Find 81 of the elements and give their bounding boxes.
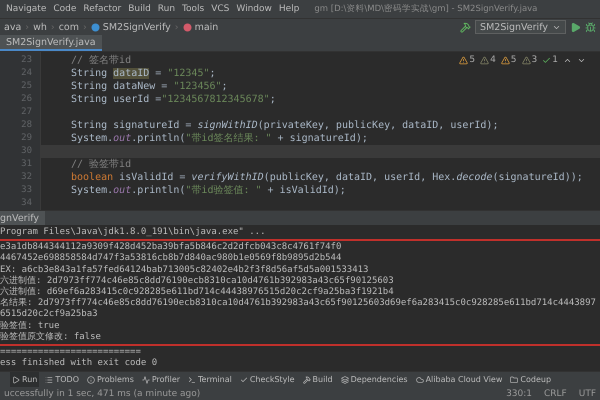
inspection-count[interactable]: 5 bbox=[500, 55, 517, 65]
code-line: String userId ="1234567812345678"; bbox=[71, 93, 276, 106]
file-encoding[interactable]: UTF bbox=[578, 388, 596, 398]
code-line: String signatureId = signWithID(privateKey, publicKey, dataID, userId); bbox=[71, 119, 498, 132]
breadcrumb[interactable]: SM2SignVerify bbox=[90, 22, 171, 32]
menu-item[interactable]: Run bbox=[158, 4, 176, 14]
menu-item[interactable]: Help bbox=[278, 4, 300, 14]
tool-icon bbox=[188, 376, 196, 384]
tool-icon bbox=[340, 376, 349, 384]
tool-window-button[interactable]: Terminal bbox=[186, 372, 234, 387]
hammer-icon[interactable] bbox=[460, 22, 472, 32]
console-line: 验签值: true bbox=[0, 320, 60, 332]
inspection-count[interactable]: 3 bbox=[522, 55, 538, 65]
console-line: e3a1db844344112a9309f428d452ba39bfa5b846c2d2dfcb043c8c4761f74f0 bbox=[0, 242, 342, 253]
menu-item[interactable]: Code bbox=[53, 4, 76, 14]
inspection-count[interactable]: 1 bbox=[542, 55, 558, 65]
code-line: System.out.println("带id验签值: " + isValidId); bbox=[71, 184, 346, 197]
tool-window-button[interactable]: Run bbox=[10, 372, 40, 387]
tool-icon bbox=[12, 376, 20, 384]
breadcrumb-separator: › bbox=[25, 22, 30, 32]
tool-window-button[interactable]: Alibaba Cloud View bbox=[414, 372, 504, 387]
breadcrumb[interactable]: main bbox=[182, 22, 218, 32]
menu-item[interactable]: Tools bbox=[182, 4, 204, 14]
console-line: 4467452e698858584d747f3a53816cb8b7d840ac980b1e0569f8b9895d2b544 bbox=[0, 253, 342, 265]
breadcrumb-separator: › bbox=[174, 22, 179, 32]
inspection-count[interactable]: 4 bbox=[480, 55, 496, 65]
editor-tab[interactable]: SM2SignVerify.java bbox=[0, 35, 102, 51]
console-line: EX: a6cb3e843a1fa57fed64124bab713005c82402e4b2f3f8d56af5d5a001533413 bbox=[0, 264, 368, 276]
check-icon bbox=[542, 56, 552, 64]
breadcrumb[interactable]: ava bbox=[4, 22, 22, 32]
run-icon[interactable] bbox=[570, 22, 581, 32]
tool-window-button[interactable]: Problems bbox=[84, 372, 136, 387]
code-line: // 验签带id bbox=[71, 158, 132, 171]
tool-window-button[interactable]: Codeup bbox=[508, 372, 554, 387]
bug-icon[interactable] bbox=[585, 22, 596, 32]
menu-item[interactable]: Window bbox=[236, 4, 272, 14]
tool-window-button[interactable]: Dependencies bbox=[338, 372, 410, 387]
menu-item[interactable]: Navigate bbox=[6, 4, 46, 14]
status-message: uccessfully in 1 sec, 471 ms (a minute ago) bbox=[4, 388, 200, 398]
console-line: ess finished with exit code 0 bbox=[0, 358, 158, 370]
tool-window-button[interactable]: Profiler bbox=[140, 372, 182, 387]
warning-icon bbox=[459, 56, 468, 64]
console-line: 验签值原文修改: false bbox=[0, 332, 101, 344]
warning-icon bbox=[480, 56, 490, 64]
tool-icon bbox=[86, 376, 95, 384]
tool-window-button[interactable]: TODO bbox=[43, 372, 81, 387]
line-separator[interactable]: CRLF bbox=[544, 388, 567, 398]
run-configuration-dropdown[interactable]: SM2SignVerify bbox=[475, 20, 566, 34]
breadcrumb-separator: › bbox=[82, 22, 87, 32]
menu-item[interactable]: Build bbox=[128, 4, 151, 14]
console-line: 名结果: 2d7973ff774c46e85c8dd76190ecb8310ca10d4761b392983a43c65f90125603d69ef6a283415c0c928285e611bd714c44438976515d20c2cf9a25ba3 bbox=[0, 298, 597, 321]
code-line: String dataID = "12345"; bbox=[71, 67, 216, 80]
code-line: String dataNew = "123456"; bbox=[71, 80, 228, 93]
console-line: ========================== bbox=[0, 347, 141, 358]
tool-icon bbox=[240, 376, 248, 384]
breadcrumb[interactable]: com bbox=[58, 22, 79, 32]
tool-icon bbox=[142, 376, 150, 384]
menu-item[interactable]: Refactor bbox=[83, 4, 122, 14]
code-line: System.out.println("带id签名结果: " + signatureId); bbox=[71, 132, 368, 145]
method-icon bbox=[182, 22, 192, 32]
console-line: 六进制值: 2d7973ff774c46e85c8dd76190ecb8310ca10d4761b392983a43c65f90125603 bbox=[0, 276, 394, 286]
breadcrumb-separator: › bbox=[50, 22, 55, 32]
tool-icon bbox=[45, 376, 54, 384]
menu-item[interactable]: VCS bbox=[211, 4, 230, 14]
class-icon bbox=[90, 22, 100, 32]
code-line: // 签名带id bbox=[71, 54, 132, 67]
tool-window-button[interactable]: Build bbox=[300, 372, 335, 387]
warning-icon bbox=[500, 56, 510, 64]
code-line: boolean isValidId = verifyWithID(publicKey, dataID, userId, Hex.decode(signatureId)); bbox=[71, 171, 583, 184]
caret-position[interactable]: 330:1 bbox=[506, 388, 532, 398]
breadcrumb[interactable]: wh bbox=[33, 22, 47, 32]
tool-icon bbox=[510, 376, 518, 384]
inspection-count[interactable]: 5 bbox=[459, 55, 476, 65]
tool-window-button[interactable]: CheckStyle bbox=[238, 372, 297, 387]
warning-icon bbox=[522, 56, 531, 64]
window-title: gm [D:\资料\MD\密码学实战\gm] - SM2SignVerify.java bbox=[314, 3, 538, 15]
run-tab[interactable]: gnVerify bbox=[0, 211, 46, 225]
tool-icon bbox=[416, 376, 424, 384]
console-line: Program Files\Java\jdk1.8.0_191\bin\java.exe" ... bbox=[0, 227, 266, 239]
tool-icon bbox=[302, 376, 311, 384]
console-line: 六进制值: d69ef6a283415c0c928285e611bd714c44438976515d20c2cf9a25ba3f1921b4 bbox=[0, 287, 394, 298]
